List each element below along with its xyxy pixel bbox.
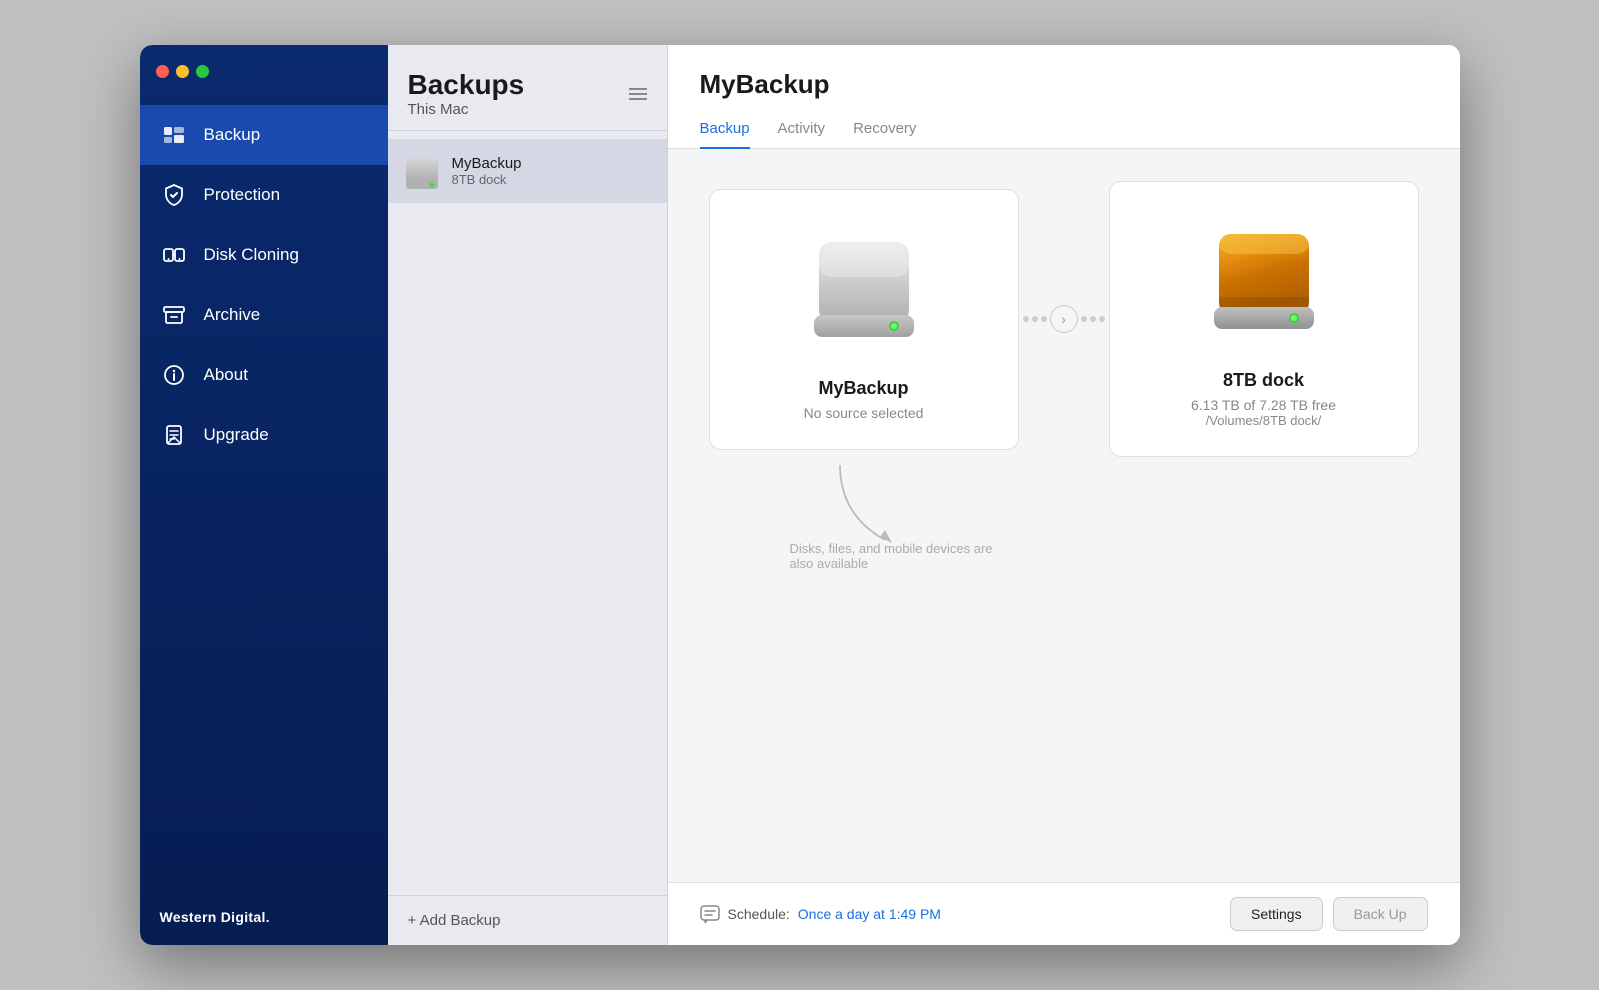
hint-area: Disks, files, and mobile devices are als… bbox=[700, 465, 1428, 571]
source-drive-name: MyBackup bbox=[818, 378, 908, 399]
backup-icon bbox=[160, 121, 188, 149]
drives-row: MyBackup No source selected › bbox=[700, 181, 1428, 457]
archive-icon bbox=[160, 301, 188, 329]
middle-panel: Backups This Mac bbox=[388, 45, 668, 945]
dest-drive-name: 8TB dock bbox=[1223, 370, 1304, 391]
hint-content: Disks, files, and mobile devices are als… bbox=[780, 465, 1000, 571]
about-icon bbox=[160, 361, 188, 389]
tabs: Backup Activity Recovery bbox=[700, 112, 1428, 148]
hint-text: Disks, files, and mobile devices are als… bbox=[790, 541, 1000, 571]
source-drive-card[interactable]: MyBackup No source selected bbox=[709, 189, 1019, 450]
dot5 bbox=[1090, 316, 1096, 322]
dest-drive-sub2: /Volumes/8TB dock/ bbox=[1206, 413, 1322, 428]
sidebar-item-protection[interactable]: Protection bbox=[140, 165, 388, 225]
middle-footer: + Add Backup bbox=[388, 895, 667, 945]
sidebar-about-label: About bbox=[204, 365, 248, 385]
dot6 bbox=[1099, 316, 1105, 322]
source-drive-icon bbox=[794, 222, 934, 362]
sidebar-item-upgrade[interactable]: Upgrade bbox=[140, 405, 388, 465]
sidebar-disk-cloning-label: Disk Cloning bbox=[204, 245, 299, 265]
menu-icon[interactable] bbox=[629, 87, 647, 101]
sidebar-item-backup[interactable]: Backup bbox=[140, 105, 388, 165]
footer-buttons: Settings Back Up bbox=[1230, 897, 1428, 931]
main-body: MyBackup No source selected › bbox=[668, 149, 1460, 882]
tab-activity[interactable]: Activity bbox=[778, 112, 826, 149]
middle-header: Backups This Mac bbox=[388, 45, 667, 131]
dot3 bbox=[1041, 316, 1047, 322]
tab-backup[interactable]: Backup bbox=[700, 112, 750, 149]
sidebar-upgrade-label: Upgrade bbox=[204, 425, 269, 445]
add-backup-label: + Add Backup bbox=[408, 912, 501, 929]
schedule-value[interactable]: Once a day at 1:49 PM bbox=[798, 906, 941, 922]
arrow-area: › bbox=[1019, 305, 1109, 333]
schedule-info: Schedule: Once a day at 1:49 PM bbox=[700, 904, 1218, 924]
backup-item-info: MyBackup 8TB dock bbox=[452, 155, 522, 187]
protection-icon bbox=[160, 181, 188, 209]
upgrade-icon bbox=[160, 421, 188, 449]
chat-icon bbox=[700, 904, 720, 924]
curved-arrow-svg bbox=[830, 465, 920, 545]
main-footer: Schedule: Once a day at 1:49 PM Settings… bbox=[668, 882, 1460, 945]
sidebar-footer: Western Digital. bbox=[140, 889, 388, 945]
app-window: Backup Protection bbox=[140, 45, 1460, 945]
disk-cloning-icon bbox=[160, 241, 188, 269]
settings-button[interactable]: Settings bbox=[1230, 897, 1323, 931]
sidebar-archive-label: Archive bbox=[204, 305, 261, 325]
main-title: MyBackup bbox=[700, 69, 1428, 100]
dot1 bbox=[1023, 316, 1029, 322]
dot4 bbox=[1081, 316, 1087, 322]
sidebar-nav: Backup Protection bbox=[140, 97, 388, 889]
add-backup-button[interactable]: + Add Backup bbox=[408, 912, 501, 929]
backup-item-name: MyBackup bbox=[452, 155, 522, 172]
minimize-button[interactable] bbox=[176, 65, 189, 78]
middle-header-text: Backups This Mac bbox=[408, 69, 525, 118]
tab-recovery[interactable]: Recovery bbox=[853, 112, 916, 149]
traffic-lights bbox=[156, 65, 209, 78]
main-content: MyBackup Backup Activity Recovery bbox=[668, 45, 1460, 945]
middle-title: Backups bbox=[408, 69, 525, 101]
arrow-circle: › bbox=[1050, 305, 1078, 333]
sidebar: Backup Protection bbox=[140, 45, 388, 945]
middle-subtitle: This Mac bbox=[408, 101, 525, 118]
schedule-label: Schedule: bbox=[728, 906, 790, 922]
main-header: MyBackup Backup Activity Recovery bbox=[668, 45, 1460, 149]
backup-item-sub: 8TB dock bbox=[452, 172, 522, 187]
dest-drive-sub: 6.13 TB of 7.28 TB free bbox=[1191, 397, 1336, 413]
zoom-button[interactable] bbox=[196, 65, 209, 78]
sidebar-backup-label: Backup bbox=[204, 125, 261, 145]
dest-drive-icon bbox=[1194, 214, 1334, 354]
source-drive-sub: No source selected bbox=[804, 405, 924, 421]
sidebar-item-disk-cloning[interactable]: Disk Cloning bbox=[140, 225, 388, 285]
backup-item-drive-icon bbox=[404, 153, 440, 189]
sidebar-protection-label: Protection bbox=[204, 185, 281, 205]
close-button[interactable] bbox=[156, 65, 169, 78]
dot2 bbox=[1032, 316, 1038, 322]
middle-header-actions bbox=[629, 87, 647, 101]
sidebar-item-about[interactable]: About bbox=[140, 345, 388, 405]
backup-button[interactable]: Back Up bbox=[1333, 897, 1428, 931]
dest-drive-card[interactable]: 8TB dock 6.13 TB of 7.28 TB free /Volume… bbox=[1109, 181, 1419, 457]
list-item[interactable]: MyBackup 8TB dock bbox=[388, 139, 667, 203]
sidebar-item-archive[interactable]: Archive bbox=[140, 285, 388, 345]
backup-list: MyBackup 8TB dock bbox=[388, 131, 667, 895]
transfer-arrow: › bbox=[1023, 305, 1105, 333]
brand-label: Western Digital. bbox=[160, 909, 270, 925]
sidebar-header bbox=[140, 45, 388, 97]
